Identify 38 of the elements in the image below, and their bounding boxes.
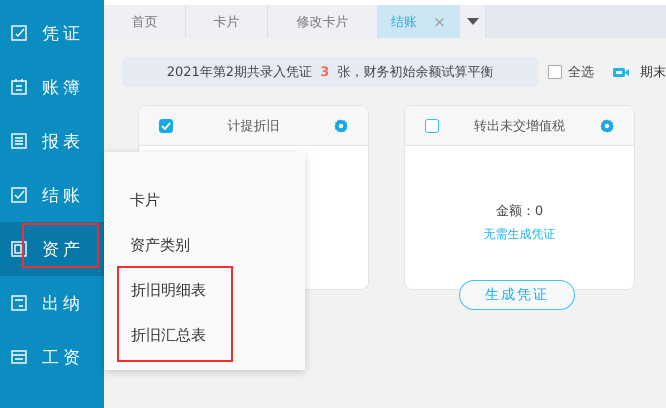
sidebar-item[interactable]: 出纳 [0, 276, 104, 330]
settings-icon[interactable] [334, 118, 348, 132]
menu-item[interactable]: 卡片 [118, 178, 228, 223]
menu-item[interactable]: 折旧明细表 [119, 268, 229, 313]
card-checkbox[interactable] [425, 118, 439, 132]
menu-icon [10, 348, 28, 366]
settings-icon[interactable] [600, 118, 614, 132]
sidebar-item[interactable]: 报表 [0, 114, 104, 168]
sidebar-item[interactable]: 结账 [0, 168, 104, 222]
tab[interactable]: 结账 × [378, 5, 460, 38]
menu-icon [10, 186, 28, 204]
card-checkbox[interactable] [159, 118, 173, 132]
tab[interactable]: 修改卡片 [268, 5, 378, 38]
close-icon[interactable]: × [433, 12, 446, 30]
card-title: 转出未交增值税 [474, 118, 565, 134]
tab[interactable]: 首页 [104, 5, 186, 38]
menu-icon [10, 132, 28, 150]
menu-item[interactable]: 折旧汇总表 [119, 313, 229, 358]
menu-icon [10, 294, 28, 312]
menu-icon [10, 78, 28, 96]
card-title: 计提折旧 [228, 118, 280, 134]
menu-item[interactable]: 资产类别 [118, 223, 228, 268]
camera-icon[interactable] [612, 66, 630, 78]
info-banner: 2021年第2期共录入凭证 3 张，财务初始余额试算平衡 [122, 57, 538, 87]
status-link[interactable]: 无需生成凭证 [484, 226, 556, 243]
select-all-checkbox[interactable]: 全选 [548, 63, 594, 81]
amount-text: 金额：0 [496, 203, 544, 220]
tab[interactable]: 卡片 [186, 5, 268, 38]
sidebar-item[interactable]: 账簿 [0, 60, 104, 114]
tab-dropdown[interactable] [460, 5, 486, 38]
caret-icon [466, 18, 478, 25]
sidebar-item[interactable]: 凭证 [0, 6, 104, 60]
sidebar-item[interactable]: 资产 [0, 222, 104, 276]
menu-icon [10, 240, 28, 258]
sidebar-item[interactable]: 工资 [0, 330, 104, 384]
generate-voucher-button[interactable]: 生成凭证 [459, 280, 575, 310]
period-end-link[interactable]: 期末 [640, 63, 666, 81]
menu-icon [10, 24, 28, 42]
